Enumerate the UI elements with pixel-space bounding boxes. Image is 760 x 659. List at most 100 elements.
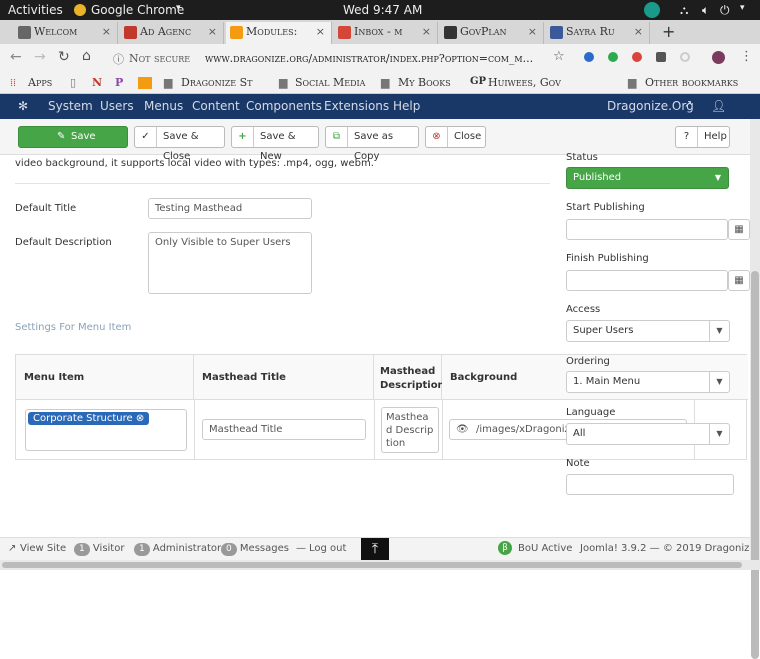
forward-icon[interactable]: →: [34, 49, 46, 65]
bou-status[interactable]: BoU Active: [518, 543, 572, 554]
apps-icon: ⁞⁞: [10, 76, 17, 89]
bookmark-my-books[interactable]: My Books: [398, 76, 451, 89]
eye-icon[interactable]: 👁︎: [456, 420, 469, 439]
network-icon[interactable]: ⛬: [680, 3, 688, 18]
tab-modules[interactable]: Modules: ×: [226, 22, 332, 44]
administrators-link[interactable]: 1 Administrator: [134, 543, 221, 556]
app-menu[interactable]: Google Chrome: [91, 3, 184, 17]
help-button[interactable]: ? Help: [675, 126, 730, 148]
language-select[interactable]: All ▼: [566, 423, 730, 445]
bookmark-bo-icon[interactable]: [138, 77, 152, 89]
kebab-menu-icon[interactable]: ⋮: [740, 49, 753, 64]
folder-icon: ▆: [381, 76, 390, 89]
site-link[interactable]: Dragonize.Org: [607, 99, 694, 113]
close-button[interactable]: ⊗ Close: [425, 126, 486, 148]
tab-sayra[interactable]: Sayra Ru ×: [546, 22, 650, 44]
netflix-icon[interactable]: N: [92, 76, 102, 89]
joomla-logo-icon[interactable]: ✻: [18, 99, 28, 113]
vertical-scrollbar[interactable]: [750, 119, 760, 659]
home-icon[interactable]: ⌂: [82, 48, 91, 64]
facebook-icon: [550, 26, 563, 39]
module-description: video background, it supports local vide…: [15, 158, 374, 169]
close-icon[interactable]: ×: [102, 22, 111, 42]
calendar-icon[interactable]: ▦: [728, 219, 750, 240]
save-button[interactable]: ✎ Save: [18, 126, 128, 148]
user-menu-icon[interactable]: 👤︎: [711, 99, 726, 113]
tray-app-icon[interactable]: [644, 2, 660, 18]
star-icon[interactable]: ☆: [553, 49, 565, 64]
power-icon[interactable]: ⏻: [720, 3, 730, 18]
chevron-down-icon: ▼: [709, 321, 729, 341]
grammarly-icon[interactable]: [608, 52, 618, 62]
tab-ad-agency[interactable]: Ad Agenc ×: [120, 22, 224, 44]
calendar-icon[interactable]: ▦: [728, 270, 750, 291]
clock[interactable]: Wed 9:47 AM: [343, 3, 422, 17]
extension-icon[interactable]: [632, 52, 642, 62]
volume-icon[interactable]: 🔈︎: [702, 3, 709, 18]
url-field[interactable]: Not secure www.dragonize.org/administrat…: [105, 48, 545, 69]
folder-icon: ▆: [628, 76, 637, 89]
bookmark-p-icon[interactable]: P: [115, 76, 123, 89]
access-select[interactable]: Super Users ▼: [566, 320, 730, 342]
scroll-to-top-icon[interactable]: ⤒: [361, 538, 389, 560]
menu-menus[interactable]: Menus: [144, 99, 183, 113]
close-icon[interactable]: ×: [634, 22, 643, 42]
close-icon[interactable]: ×: [528, 22, 537, 42]
close-icon[interactable]: ×: [208, 22, 217, 42]
start-publishing-input[interactable]: [566, 219, 728, 240]
status-select[interactable]: Published ▼: [566, 167, 729, 189]
close-icon[interactable]: ×: [316, 22, 325, 42]
remove-tag-icon[interactable]: ⊗: [136, 413, 144, 424]
profile-avatar[interactable]: [712, 51, 725, 64]
messages-link[interactable]: 0 Messages: [221, 543, 289, 556]
bookmark-social-media[interactable]: Social Media: [295, 76, 365, 89]
extension-icon[interactable]: [656, 52, 666, 62]
note-input[interactable]: [566, 474, 734, 495]
divider: [15, 183, 550, 184]
default-description-textarea[interactable]: Only Visible to Super Users: [148, 232, 312, 294]
default-title-input[interactable]: Testing Masthead: [148, 198, 312, 219]
scrollbar-thumb[interactable]: [751, 271, 759, 659]
chevron-down-icon[interactable]: ▾: [740, 3, 745, 13]
tab-govplan[interactable]: GovPlan ×: [440, 22, 544, 44]
save-new-button[interactable]: + Save & New: [231, 126, 319, 162]
bookmark-apps[interactable]: Apps: [28, 76, 52, 89]
view-site-link[interactable]: View Site: [20, 543, 66, 554]
save-close-button[interactable]: ✓ Save & Close: [134, 126, 225, 162]
menu-users[interactable]: Users: [100, 99, 134, 113]
new-tab-button[interactable]: +: [662, 22, 675, 41]
tab-inbox[interactable]: Inbox - m ×: [334, 22, 438, 44]
masthead-description-textarea[interactable]: Masthead Description: [381, 407, 439, 453]
table-header: Masthead Title: [194, 355, 374, 400]
visitors-link[interactable]: 1 Visitor: [74, 543, 124, 556]
horizontal-scrollbar[interactable]: [0, 560, 760, 570]
menu-content[interactable]: Content: [192, 99, 240, 113]
ordering-select[interactable]: 1. Main Menu ▼: [566, 371, 730, 393]
menu-help[interactable]: Help: [393, 99, 420, 113]
menu-components[interactable]: Components: [246, 99, 322, 113]
activities-button[interactable]: Activities: [8, 3, 63, 17]
save-copy-button[interactable]: ⧉ Save as Copy: [325, 126, 419, 162]
scrollbar-thumb[interactable]: [2, 562, 742, 568]
masthead-title-input[interactable]: Masthead Title: [202, 419, 366, 440]
extension-icon[interactable]: [680, 52, 690, 62]
extension-icon[interactable]: [584, 52, 594, 62]
logout-link[interactable]: Log out: [309, 543, 346, 554]
menu-item-tag: Corporate Structure ⊗: [28, 412, 150, 425]
reload-icon[interactable]: ↻: [58, 49, 70, 65]
menu-item-select[interactable]: Corporate Structure ⊗: [25, 409, 187, 451]
govplan-icon: [444, 26, 457, 39]
bookmark-huiwees[interactable]: Huiwees, Gov: [488, 76, 608, 89]
page-icon[interactable]: ▯: [70, 76, 76, 89]
close-icon[interactable]: ×: [422, 22, 431, 42]
menu-extensions[interactable]: Extensions: [324, 99, 389, 113]
back-icon[interactable]: ←: [10, 49, 22, 65]
bookmark-other[interactable]: Other bookmarks: [645, 76, 738, 89]
settings-heading: Settings For Menu Item: [15, 322, 132, 333]
menu-system[interactable]: System: [48, 99, 93, 113]
finish-publishing-input[interactable]: [566, 270, 728, 291]
finish-publishing-label: Finish Publishing: [566, 253, 649, 264]
bookmark-dragonize[interactable]: Dragonize St: [181, 76, 253, 89]
globe-icon: [18, 26, 31, 39]
tab-welcome[interactable]: Welcom ×: [14, 22, 118, 44]
